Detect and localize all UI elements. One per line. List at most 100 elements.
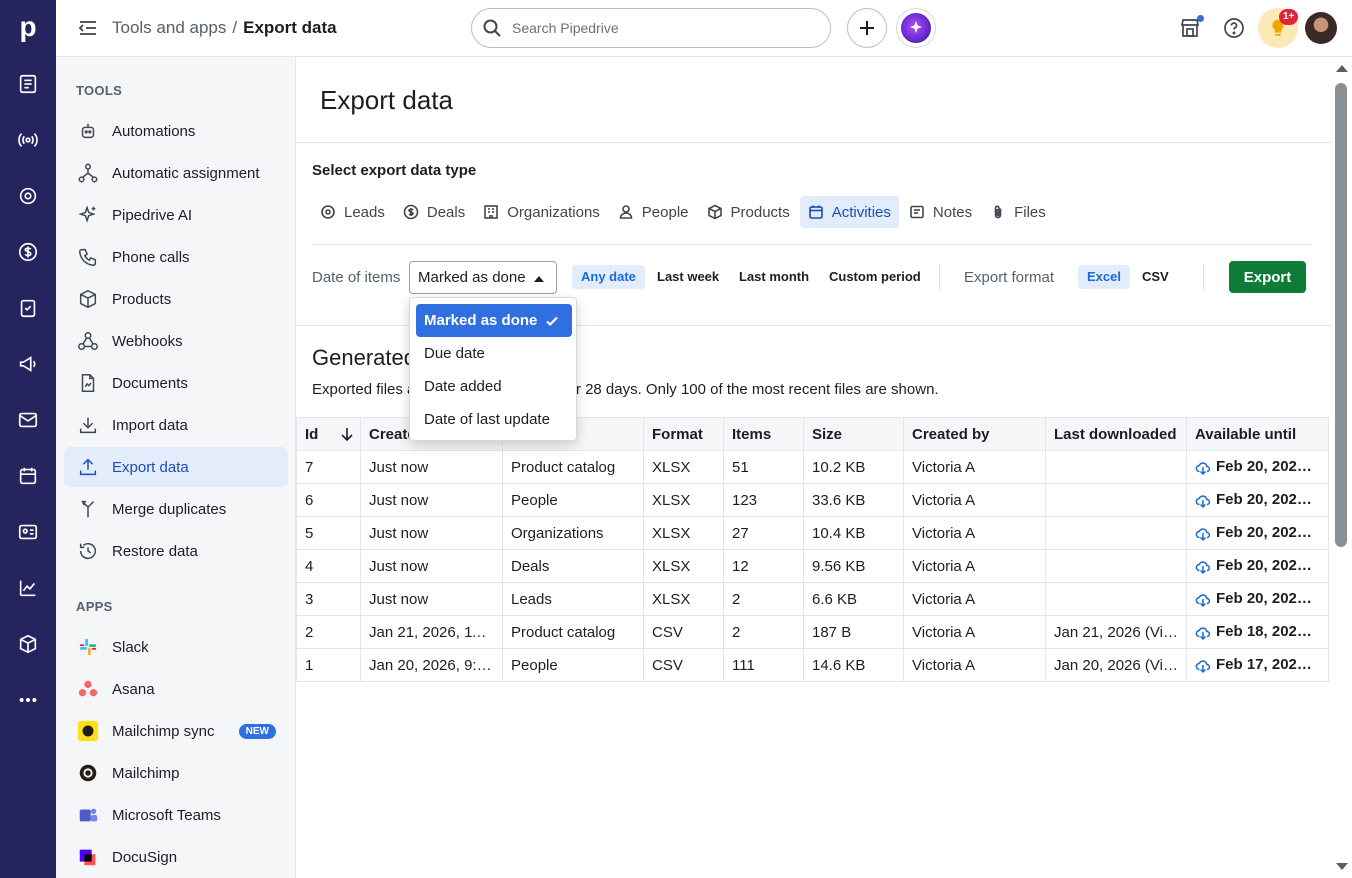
column-header-available-until[interactable]: Available until (1186, 417, 1329, 451)
download-link[interactable]: Feb 17, 202… (1216, 656, 1312, 673)
sidebar-item-automatic-assignment[interactable]: Automatic assignment (64, 153, 288, 193)
tab-people[interactable]: People (610, 196, 697, 228)
search-input[interactable] (512, 17, 812, 39)
download-link[interactable]: Feb 20, 202… (1216, 590, 1312, 607)
sidebar-item-export-data[interactable]: Export data (64, 447, 288, 487)
sidebar-item-restore-data[interactable]: Restore data (64, 531, 288, 571)
tab-deals[interactable]: Deals (395, 196, 473, 228)
search-box[interactable] (471, 8, 831, 48)
date-filter-last-week[interactable]: Last week (648, 265, 728, 289)
download-link[interactable]: Feb 20, 202… (1216, 557, 1312, 574)
leads-inbox-icon[interactable] (16, 72, 40, 96)
scroll-up-arrow-icon[interactable] (1336, 65, 1348, 72)
cell-items: 51 (723, 450, 804, 484)
scroll-down-arrow-icon[interactable] (1336, 863, 1348, 870)
breadcrumb-separator: / (232, 18, 238, 37)
sidebar-item-label: Products (112, 290, 172, 308)
page-title: Export data (320, 85, 453, 115)
docusign-icon (76, 845, 100, 869)
pipedrive-logo[interactable]: p (16, 12, 40, 42)
tab-organizations[interactable]: Organizations (475, 196, 608, 228)
cell-size: 10.2 KB (803, 450, 904, 484)
sidebar-item-merge-duplicates[interactable]: Merge duplicates (64, 489, 288, 529)
page-scrollbar[interactable] (1332, 57, 1352, 878)
date-of-items-select[interactable]: Marked as done (409, 261, 557, 294)
column-header-items[interactable]: Items (723, 417, 804, 451)
cell-available-until[interactable]: Feb 20, 202… (1186, 450, 1329, 484)
sidebar-item-asana[interactable]: Asana (64, 669, 288, 709)
scrollbar-thumb[interactable] (1335, 83, 1347, 547)
megaphone-icon[interactable] (16, 352, 40, 376)
column-header-format[interactable]: Format (643, 417, 724, 451)
quick-add-button[interactable] (847, 8, 887, 48)
format-excel[interactable]: Excel (1078, 265, 1130, 289)
contacts-icon[interactable] (16, 520, 40, 544)
download-link[interactable]: Feb 20, 202… (1216, 491, 1312, 508)
more-icon[interactable] (16, 688, 40, 712)
export-icon (76, 455, 100, 479)
cloud-download-icon[interactable] (1195, 493, 1211, 509)
calendar-icon[interactable] (16, 464, 40, 488)
date-filter-custom-period[interactable]: Custom period (820, 265, 930, 289)
column-header-id[interactable]: Id (296, 417, 361, 451)
dropdown-option-date-added[interactable]: Date added (416, 370, 572, 403)
avatar[interactable] (1305, 12, 1337, 44)
column-header-created-by[interactable]: Created by (903, 417, 1046, 451)
format-csv[interactable]: CSV (1133, 265, 1178, 289)
ai-assistant-button[interactable] (896, 8, 936, 48)
target-icon[interactable] (16, 184, 40, 208)
sidebar-item-products[interactable]: Products (64, 279, 288, 319)
cloud-download-icon[interactable] (1195, 658, 1211, 674)
download-link[interactable]: Feb 20, 202… (1216, 524, 1312, 541)
sort-arrow-down-icon[interactable] (340, 427, 354, 442)
download-link[interactable]: Feb 18, 202… (1216, 623, 1312, 640)
marketplace-icon[interactable] (1178, 15, 1204, 40)
date-filter-last-month[interactable]: Last month (730, 265, 818, 289)
dropdown-option-marked-as-done[interactable]: Marked as done (416, 304, 572, 337)
sidebar-item-slack[interactable]: Slack (64, 627, 288, 667)
sidebar-item-documents[interactable]: Documents (64, 363, 288, 403)
broadcast-icon[interactable] (16, 128, 40, 152)
sidebar-item-pipedrive-ai[interactable]: Pipedrive AI (64, 195, 288, 235)
sidebar-item-mailchimp-sync[interactable]: Mailchimp sync NEW (64, 711, 288, 751)
dropdown-option-date-of-last-update[interactable]: Date of last update (416, 403, 572, 436)
tab-activities[interactable]: Activities (799, 196, 899, 228)
tab-leads[interactable]: Leads (312, 196, 393, 228)
date-filter-any-date[interactable]: Any date (572, 265, 645, 289)
mail-icon[interactable] (16, 408, 40, 432)
breadcrumb-parent[interactable]: Tools and apps (112, 18, 226, 37)
chart-icon[interactable] (16, 576, 40, 600)
sidebar-item-webhooks[interactable]: Webhooks (64, 321, 288, 361)
dollar-icon[interactable] (16, 240, 40, 264)
cloud-download-icon[interactable] (1195, 592, 1211, 608)
tasks-icon[interactable] (16, 296, 40, 320)
cloud-download-icon[interactable] (1195, 559, 1211, 575)
cell-available-until[interactable]: Feb 20, 202… (1186, 516, 1329, 550)
column-header-last-downloaded[interactable]: Last downloaded (1045, 417, 1187, 451)
download-link[interactable]: Feb 20, 202… (1216, 458, 1312, 475)
products-box-icon[interactable] (16, 632, 40, 656)
sidebar-item-microsoft-teams[interactable]: Microsoft Teams (64, 795, 288, 835)
sidebar-item-automations[interactable]: Automations (64, 111, 288, 151)
sidebar-item-label: Phone calls (112, 248, 190, 266)
column-header-size[interactable]: Size (803, 417, 904, 451)
cell-available-until[interactable]: Feb 20, 202… (1186, 483, 1329, 517)
help-icon[interactable] (1222, 16, 1246, 40)
cell-available-until[interactable]: Feb 17, 202… (1186, 648, 1329, 682)
export-button[interactable]: Export (1229, 261, 1306, 293)
dropdown-option-due-date[interactable]: Due date (416, 337, 572, 370)
cloud-download-icon[interactable] (1195, 625, 1211, 641)
cloud-download-icon[interactable] (1195, 460, 1211, 476)
collapse-menu-icon[interactable] (78, 18, 98, 38)
cloud-download-icon[interactable] (1195, 526, 1211, 542)
sidebar-item-docusign[interactable]: DocuSign (64, 837, 288, 877)
tab-products[interactable]: Products (699, 196, 798, 228)
sidebar-item-mailchimp[interactable]: Mailchimp (64, 753, 288, 793)
tab-notes[interactable]: Notes (901, 196, 980, 228)
cell-available-until[interactable]: Feb 20, 202… (1186, 582, 1329, 616)
sidebar-item-phone-calls[interactable]: Phone calls (64, 237, 288, 277)
sidebar-item-import-data[interactable]: Import data (64, 405, 288, 445)
cell-available-until[interactable]: Feb 18, 202… (1186, 615, 1329, 649)
tab-files[interactable]: Files (982, 196, 1054, 228)
cell-available-until[interactable]: Feb 20, 202… (1186, 549, 1329, 583)
